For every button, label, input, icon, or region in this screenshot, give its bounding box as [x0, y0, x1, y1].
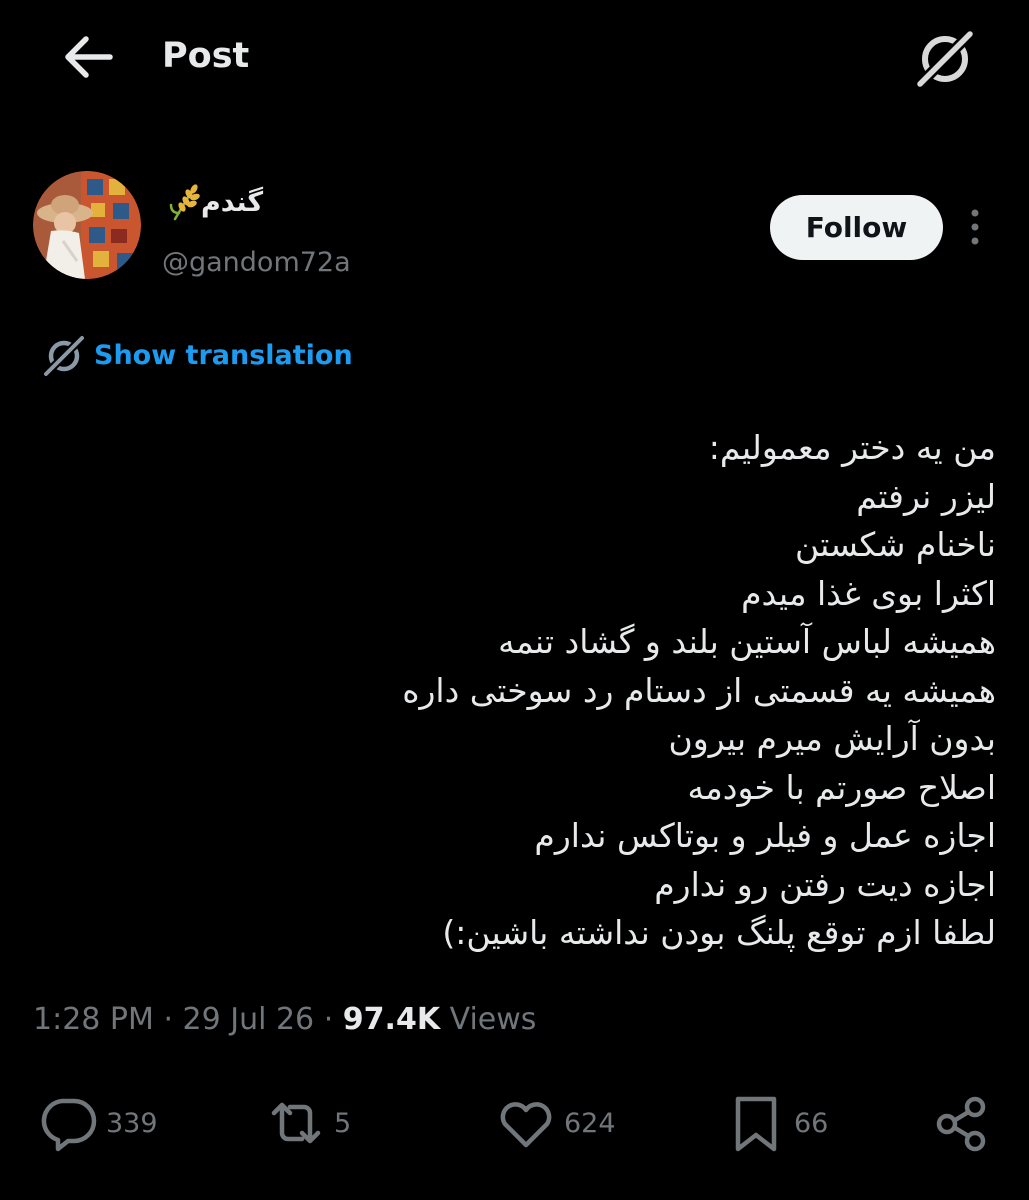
- like-count: 624: [564, 1107, 616, 1139]
- share-button[interactable]: [932, 1092, 992, 1154]
- repost-icon: [266, 1093, 326, 1153]
- post-line: اصلاح صورتم با خودمه: [687, 767, 996, 807]
- post-line: لطفا ازم توقع پلنگ بودن نداشته باشین:): [442, 913, 996, 952]
- reply-count: 339: [106, 1107, 158, 1139]
- grok-icon: [42, 335, 85, 377]
- top-bar: Post: [0, 0, 1029, 112]
- reply-button[interactable]: 339: [38, 1092, 158, 1154]
- post-line: همیشه لباس آستین بلند و گشاد تنمه: [498, 622, 996, 661]
- avatar[interactable]: [33, 171, 141, 279]
- bookmark-button[interactable]: 66: [726, 1092, 828, 1154]
- more-vertical-icon[interactable]: [962, 205, 988, 251]
- views-count[interactable]: 97.4K: [343, 1002, 440, 1037]
- author-name-text: گندم: [201, 186, 264, 218]
- post-line: اکثرا بوی غذا میدم: [741, 573, 996, 613]
- bookmark-count: 66: [794, 1107, 829, 1139]
- heart-icon: [496, 1093, 556, 1153]
- show-translation-link[interactable]: Show translation: [42, 334, 353, 378]
- meta-separator: ·: [323, 1002, 334, 1037]
- back-arrow-icon[interactable]: [58, 32, 116, 82]
- grok-icon[interactable]: [910, 30, 980, 88]
- wheat-emoji-icon: [167, 183, 201, 221]
- post-line: همیشه یه قسمتی از دستام رد سوختی داره: [402, 670, 996, 710]
- author-handle[interactable]: @gandom72a: [162, 243, 351, 283]
- repost-count: 5: [334, 1107, 352, 1139]
- post-line: اجازه عمل و فیلر و بوتاکس ندارم: [534, 816, 996, 855]
- share-icon: [932, 1093, 992, 1153]
- post-line: بدون آرایش میرم بیرون: [668, 719, 996, 758]
- post-line: اجازه دیت رفتن رو ندارم: [654, 864, 996, 904]
- post-date[interactable]: 29 Jul 26: [183, 1002, 315, 1037]
- post-meta: 1:28 PM · 29 Jul 26 · 97.4K Views: [33, 998, 536, 1042]
- meta-separator: ·: [163, 1002, 173, 1037]
- page-title: Post: [162, 36, 250, 76]
- show-translation-label: Show translation: [94, 340, 353, 371]
- post-time[interactable]: 1:28 PM: [33, 1002, 154, 1037]
- post-line: لیزر نرفتم: [856, 476, 996, 516]
- repost-button[interactable]: 5: [266, 1092, 351, 1154]
- follow-button[interactable]: Follow: [770, 195, 943, 260]
- like-button[interactable]: 624: [496, 1092, 616, 1154]
- bookmark-icon: [726, 1093, 786, 1153]
- views-label: Views: [449, 1002, 537, 1037]
- post-line: ناخنام شکستن: [795, 525, 996, 564]
- post-line: من یه دختر معمولیم:: [708, 428, 996, 467]
- post-text: من یه دختر معمولیم: لیزر نرفتم ناخنام شک…: [36, 424, 996, 958]
- author-display-name[interactable]: گندم: [165, 181, 263, 223]
- reply-icon: [38, 1093, 98, 1153]
